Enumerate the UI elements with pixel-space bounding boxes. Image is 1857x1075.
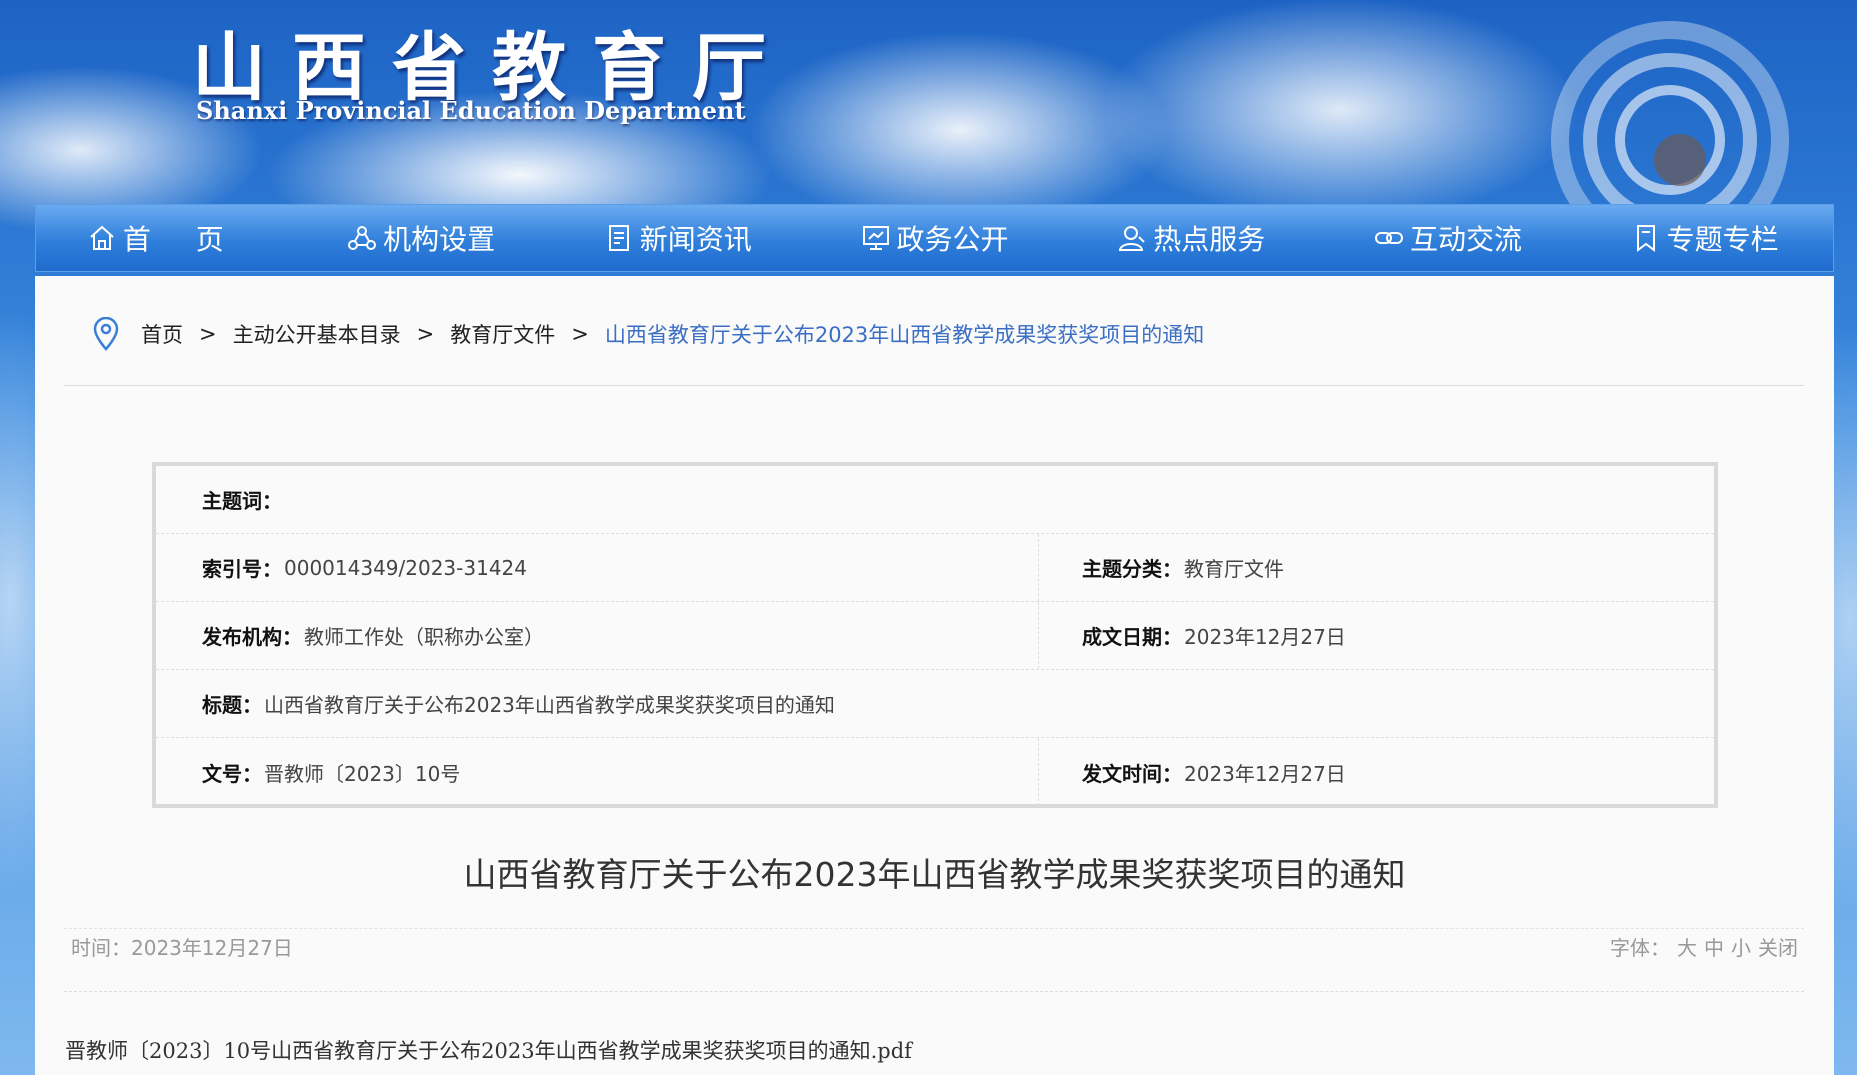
document-info-table: 主题词： 索引号： 000014349/2023-31424 主题分类： 教育厅…	[152, 462, 1718, 808]
breadcrumb-separator: >	[416, 322, 435, 346]
breadcrumb-separator: >	[571, 322, 589, 346]
nav-topics[interactable]: 专题专栏	[1576, 205, 1833, 271]
nav-label: 机构设置	[383, 223, 496, 256]
font-large-button[interactable]: 大	[1677, 932, 1697, 961]
index-label: 索引号：	[202, 557, 282, 581]
nav-label: 互动交流	[1409, 223, 1522, 256]
gov-icon	[862, 226, 889, 250]
info-row-title: 标题： 山西省教育厅关于公布2023年山西省教学成果奖获奖项目的通知	[156, 670, 1714, 738]
site-subtitle: Shanxi Provincial Education Department	[196, 96, 746, 125]
font-medium-button[interactable]: 中	[1704, 932, 1724, 961]
docno-label: 文号：	[202, 761, 262, 786]
divider	[64, 991, 1804, 992]
index-value: 000014349/2023-31424	[284, 555, 527, 580]
title-label: 标题：	[202, 693, 262, 717]
news-icon	[608, 225, 629, 251]
nav-label: 政务公开	[896, 223, 1009, 256]
service-icon	[1119, 226, 1145, 251]
category-label: 主题分类：	[1082, 557, 1182, 581]
link-icon	[1374, 232, 1403, 244]
content-panel: 首页 > 主动公开基本目录 > 教育厅文件 > 山西省教育厅关于公布2023年山…	[35, 276, 1834, 1075]
column-divider	[1038, 534, 1039, 601]
breadcrumb-docs[interactable]: 教育厅文件	[450, 319, 555, 349]
divider	[64, 928, 1804, 929]
keywords-label: 主题词：	[202, 489, 282, 513]
category-value: 教育厅文件	[1184, 557, 1284, 581]
nav-service[interactable]: 热点服务	[1063, 205, 1320, 271]
org-icon	[348, 226, 377, 250]
location-pin-icon	[93, 317, 119, 351]
dandelion-decoration	[1551, 21, 1789, 210]
nav-label: 首 页	[122, 223, 242, 256]
column-divider	[1038, 738, 1039, 806]
issue-label: 发文时间：	[1082, 761, 1182, 786]
nav-gov[interactable]: 政务公开	[806, 205, 1063, 271]
article-time: 时间：2023年12月27日	[71, 936, 293, 960]
article-title: 山西省教育厅关于公布2023年山西省教学成果奖获奖项目的通知	[463, 855, 1406, 894]
info-row-docno: 文号： 晋教师〔2023〕10号 发文时间： 2023年12月27日	[156, 738, 1714, 806]
publisher-value: 教师工作处（职称办公室）	[304, 625, 544, 649]
breadcrumb-current[interactable]: 山西省教育厅关于公布2023年山西省教学成果奖获奖项目的通知	[605, 319, 1204, 349]
title-value: 山西省教育厅关于公布2023年山西省教学成果奖获奖项目的通知	[264, 693, 835, 717]
issue-value: 2023年12月27日	[1184, 761, 1346, 786]
font-size-controls: 字体： 大 中 小 关闭	[1610, 932, 1798, 961]
nav-label: 专题专栏	[1666, 223, 1779, 256]
nav-interact[interactable]: 互动交流	[1320, 205, 1577, 271]
close-button[interactable]: 关闭	[1758, 932, 1798, 961]
home-icon	[90, 225, 114, 250]
breadcrumb-separator: >	[199, 322, 217, 346]
date-label: 成文日期：	[1082, 625, 1182, 649]
bookmark-icon	[1636, 225, 1655, 252]
nav-org[interactable]: 机构设置	[293, 205, 550, 271]
nav-news[interactable]: 新闻资讯	[549, 205, 806, 271]
nav-label: 新闻资讯	[639, 223, 752, 256]
info-row-index: 索引号： 000014349/2023-31424 主题分类： 教育厅文件	[156, 534, 1714, 602]
breadcrumb-catalog[interactable]: 主动公开基本目录	[233, 319, 401, 349]
attachment-link[interactable]: 晋教师〔2023〕10号山西省教育厅关于公布2023年山西省教学成果奖获奖项目的…	[65, 1035, 912, 1065]
nav-home[interactable]: 首 页	[36, 205, 293, 271]
breadcrumb-home[interactable]: 首页	[141, 319, 183, 349]
info-row-publisher: 发布机构： 教师工作处（职称办公室） 成文日期： 2023年12月27日	[156, 602, 1714, 670]
column-divider	[1038, 602, 1039, 669]
publisher-label: 发布机构：	[202, 625, 302, 649]
font-label: 字体：	[1610, 936, 1670, 960]
divider	[64, 385, 1804, 386]
date-value: 2023年12月27日	[1184, 625, 1346, 649]
main-nav: 首 页 机构设置 新闻资讯 政务公开 热点服务 互动交流 专题专栏	[35, 204, 1834, 272]
nav-label: 热点服务	[1153, 223, 1266, 256]
font-small-button[interactable]: 小	[1731, 932, 1751, 961]
breadcrumb: 首页 > 主动公开基本目录 > 教育厅文件 > 山西省教育厅关于公布2023年山…	[91, 316, 1204, 352]
docno-value: 晋教师〔2023〕10号	[264, 761, 461, 786]
info-row-keywords: 主题词：	[156, 466, 1714, 534]
